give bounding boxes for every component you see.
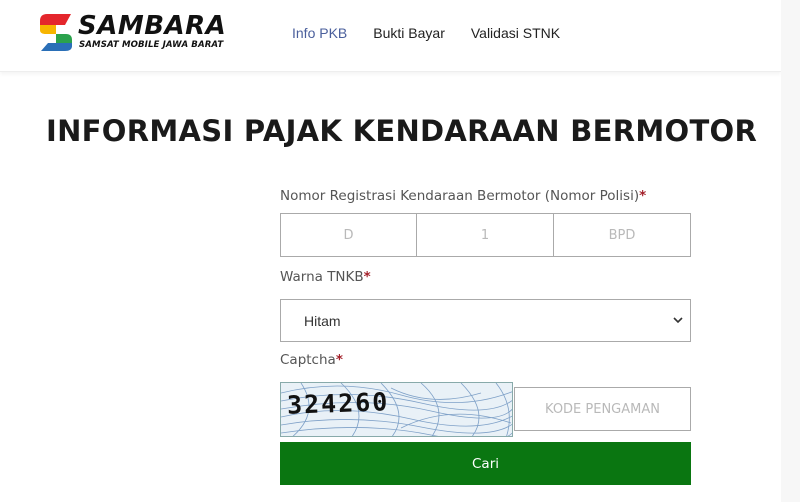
nav-validasi-stnk[interactable]: Validasi STNK	[471, 24, 560, 42]
brand-title: SAMBARA	[78, 11, 227, 41]
color-label: Warna TNKB*	[280, 263, 691, 291]
nav-bukti-bayar[interactable]: Bukti Bayar	[373, 24, 445, 42]
tnkb-color-selected: Hitam	[304, 313, 341, 329]
captcha-input[interactable]	[514, 387, 691, 431]
color-label-text: Warna TNKB	[280, 269, 364, 285]
page-title: INFORMASI PAJAK KENDARAAN BERMOTOR	[46, 114, 758, 148]
pkb-form: Nomor Registrasi Kendaraan Bermotor (Nom…	[280, 182, 691, 485]
tnkb-color-select[interactable]: Hitam	[280, 299, 691, 342]
captcha-image: 324260	[280, 382, 513, 437]
chevron-down-icon	[673, 317, 683, 324]
nav-info-pkb[interactable]: Info PKB	[292, 24, 347, 42]
required-mark: *	[363, 269, 371, 285]
site-header: SAMBARA SAMSAT MOBILE JAWA BARAT Info PK…	[0, 0, 781, 72]
captcha-code: 324260	[286, 387, 390, 420]
required-mark: *	[335, 352, 343, 368]
plate-label: Nomor Registrasi Kendaraan Bermotor (Nom…	[280, 182, 691, 210]
sambara-logo-icon	[40, 14, 72, 51]
plate-label-text: Nomor Registrasi Kendaraan Bermotor (Nom…	[280, 188, 640, 204]
captcha-label: Captcha*	[280, 346, 691, 374]
plate-suffix-input[interactable]	[554, 213, 691, 257]
right-gutter	[781, 0, 800, 502]
plate-prefix-input[interactable]	[280, 213, 417, 257]
captcha-label-text: Captcha	[280, 352, 336, 368]
brand-subtitle: SAMSAT MOBILE JAWA BARAT	[79, 40, 224, 50]
plate-input-group	[280, 213, 691, 257]
plate-number-input[interactable]	[417, 213, 554, 257]
main-nav: Info PKB Bukti Bayar Validasi STNK	[292, 24, 560, 42]
sambara-logo[interactable]: SAMBARA SAMSAT MOBILE JAWA BARAT	[37, 10, 227, 56]
required-mark: *	[639, 188, 647, 204]
captcha-row: 324260	[280, 382, 691, 440]
search-button[interactable]: Cari	[280, 442, 691, 485]
